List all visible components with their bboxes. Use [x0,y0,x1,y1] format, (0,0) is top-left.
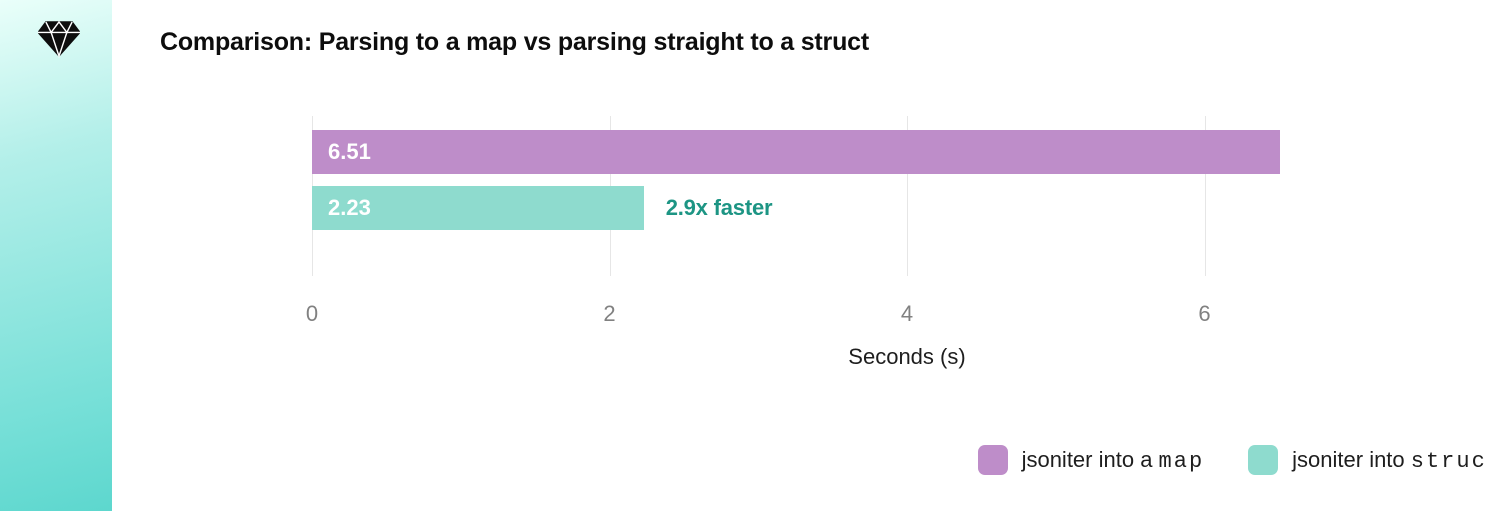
x-tick: 4 [887,301,927,327]
legend-item-map: jsoniter into a map [978,445,1205,475]
legend-label-struct-prefix: jsoniter into [1292,447,1411,472]
chart-card: Comparison: Parsing to a map vs parsing … [112,0,1488,511]
diamond-icon [38,20,80,58]
x-tick: 0 [292,301,332,327]
x-tick: 8 [1482,301,1488,327]
swatch-map [978,445,1008,475]
chart-title: Comparison: Parsing to a map vs parsing … [160,28,1440,57]
legend-label-map-prefix: jsoniter into a [1022,447,1159,472]
x-tick: 2 [590,301,630,327]
bar-map-value: 6.51 [328,139,371,165]
bar-map: 6.51 [312,130,1280,174]
legend-item-struct: jsoniter into struct [1248,445,1488,475]
legend-label-map-code: map [1159,449,1205,474]
legend: jsoniter into a map jsoniter into struct [312,445,1488,475]
legend-label-struct: jsoniter into struct [1292,447,1488,474]
bar-struct-value: 2.23 [328,195,371,221]
bar-struct: 2.23 [312,186,644,230]
annotation-faster: 2.9x faster [666,186,773,230]
chart-plot: 6.51 2.23 2.9x faster 0 2 4 6 8 Seconds … [312,116,1488,276]
side-strip [0,0,112,511]
legend-label-map: jsoniter into a map [1022,447,1205,474]
x-tick: 6 [1185,301,1225,327]
x-axis-label: Seconds (s) [312,344,1488,370]
legend-label-struct-code: struct [1411,449,1488,474]
swatch-struct [1248,445,1278,475]
